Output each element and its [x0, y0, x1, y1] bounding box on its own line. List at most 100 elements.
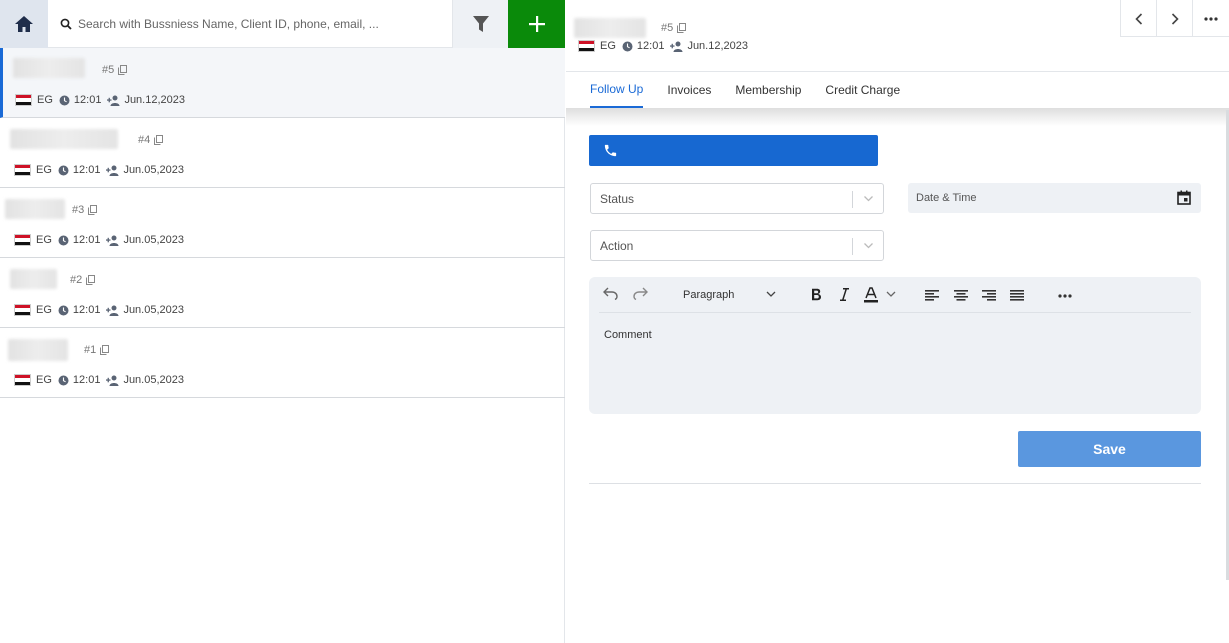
time: 12:01 [72, 234, 101, 246]
clock-icon [59, 95, 70, 105]
home-icon [15, 16, 33, 32]
detail-tabs: Follow Up Invoices Membership Credit Cha… [566, 72, 1229, 108]
country-code: EG [36, 304, 52, 316]
undo-button[interactable] [603, 287, 618, 300]
client-meta: EG 12:01 Jun.12,2023 [15, 94, 191, 106]
align-right-button[interactable] [982, 290, 996, 301]
clock-icon [58, 375, 69, 385]
country-code: EG [600, 40, 616, 52]
call-button[interactable] [589, 135, 878, 166]
client-name-redacted [574, 18, 646, 38]
time: 12:01 [72, 304, 101, 316]
date-time-field[interactable]: Date & Time [908, 183, 1201, 213]
search-input[interactable] [78, 17, 438, 31]
paragraph-dropdown-toggle[interactable] [766, 290, 776, 298]
client-name-redacted [8, 339, 68, 361]
tab-follow-up[interactable]: Follow Up [590, 72, 644, 108]
client-detail-panel: #5 EG 12:01 Jun.12,2023 Follow Up Invoic… [566, 0, 1229, 643]
align-center-icon [954, 290, 968, 301]
text-color-dropdown[interactable] [886, 290, 896, 298]
copy-icon[interactable] [88, 205, 98, 215]
previous-button[interactable] [1121, 0, 1157, 37]
paragraph-dropdown[interactable]: Paragraph [683, 289, 734, 301]
divider [589, 483, 1201, 484]
align-left-button[interactable] [925, 290, 939, 301]
chevron-left-icon [1134, 12, 1142, 25]
chevron-right-icon [1171, 12, 1179, 25]
text-color-button[interactable] [863, 287, 879, 303]
created-date: Jun.05,2023 [123, 304, 184, 316]
country-code: EG [36, 234, 52, 246]
clock-icon [58, 305, 69, 315]
client-meta: EG 12:01 Jun.12,2023 [578, 40, 754, 52]
egypt-flag-icon [14, 374, 31, 386]
country-code: EG [37, 94, 53, 106]
search-bar [48, 0, 452, 48]
italic-button[interactable] [840, 288, 849, 301]
justify-button[interactable] [1010, 290, 1024, 301]
italic-icon [840, 288, 849, 301]
action-placeholder: Action [600, 238, 634, 253]
phone-icon [604, 144, 617, 157]
more-horizontal-icon [1204, 16, 1218, 21]
app: #5 EG 12:01 Jun.12,2023 #4 [0, 0, 1229, 643]
calendar-icon[interactable] [1177, 190, 1191, 205]
egypt-flag-icon [14, 234, 31, 246]
list-item[interactable]: #2 EG 12:01 Jun.05,2023 [0, 258, 565, 328]
client-meta: EG 12:01 Jun.05,2023 [14, 234, 190, 246]
tab-invoices[interactable]: Invoices [667, 72, 711, 108]
client-number-text: #1 [84, 344, 97, 356]
more-formatting-button[interactable] [1058, 294, 1072, 298]
client-number-text: #2 [70, 274, 83, 286]
tab-membership[interactable]: Membership [735, 72, 801, 108]
filter-icon [472, 15, 489, 32]
align-center-button[interactable] [954, 290, 968, 301]
list-topbar [0, 0, 565, 48]
client-name-redacted [10, 129, 118, 149]
next-button[interactable] [1157, 0, 1193, 37]
record-navigation [1120, 0, 1229, 37]
egypt-flag-icon [14, 304, 31, 316]
bold-button[interactable] [811, 288, 822, 301]
country-code: EG [36, 164, 52, 176]
copy-icon[interactable] [677, 23, 687, 33]
align-justify-icon [1010, 290, 1024, 301]
tab-credit-charge[interactable]: Credit Charge [825, 72, 900, 108]
copy-icon[interactable] [154, 135, 164, 145]
add-person-icon [106, 165, 119, 176]
client-list: #5 EG 12:01 Jun.12,2023 #4 EG 12:01 Jun.… [0, 48, 565, 398]
add-person-icon [670, 41, 683, 52]
copy-icon[interactable] [100, 345, 110, 355]
egypt-flag-icon [15, 94, 32, 106]
status-select[interactable]: Status [590, 183, 884, 214]
more-options-button[interactable] [1193, 0, 1229, 37]
redo-button[interactable] [633, 287, 648, 300]
save-button[interactable]: Save [1018, 431, 1201, 467]
align-right-icon [982, 290, 996, 301]
editor-toolbar: Paragraph [599, 277, 1191, 313]
more-horizontal-icon [1058, 294, 1072, 298]
add-client-button[interactable] [508, 0, 565, 48]
filter-button[interactable] [452, 0, 508, 48]
bold-icon [812, 288, 821, 301]
client-number-text: #5 [661, 22, 674, 34]
home-button[interactable] [0, 0, 48, 48]
client-meta: EG 12:01 Jun.05,2023 [14, 304, 190, 316]
copy-icon[interactable] [86, 275, 96, 285]
action-select[interactable]: Action [590, 230, 884, 261]
comment-input[interactable]: Comment [604, 329, 652, 341]
time: 12:01 [72, 374, 101, 386]
list-item[interactable]: #5 EG 12:01 Jun.12,2023 [0, 48, 565, 118]
add-person-icon [106, 375, 119, 386]
time: 12:01 [72, 164, 101, 176]
date-time-placeholder: Date & Time [916, 192, 977, 204]
list-item[interactable]: #4 EG 12:01 Jun.05,2023 [0, 118, 565, 188]
chevron-down-icon [864, 243, 873, 249]
list-item[interactable]: #3 EG 12:01 Jun.05,2023 [0, 188, 565, 258]
time: 12:01 [636, 40, 665, 52]
list-item[interactable]: #1 EG 12:01 Jun.05,2023 [0, 328, 565, 398]
copy-icon[interactable] [118, 65, 128, 75]
created-date: Jun.05,2023 [123, 374, 184, 386]
paragraph-label: Paragraph [683, 289, 735, 301]
client-number: #1 [84, 344, 110, 356]
